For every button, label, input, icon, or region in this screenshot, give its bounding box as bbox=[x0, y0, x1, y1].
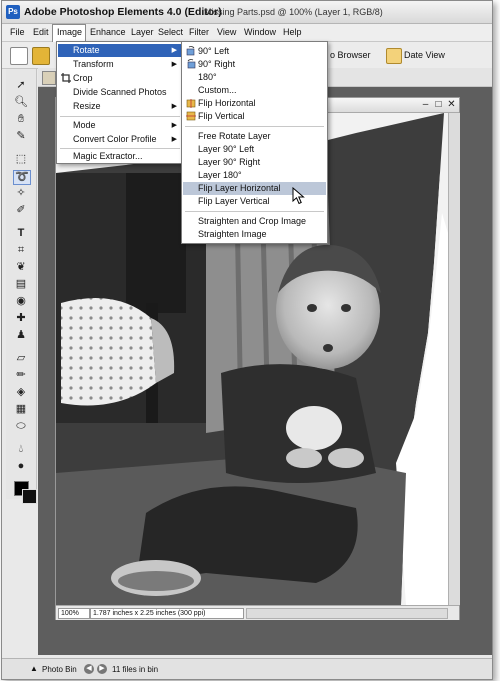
submenu-arrow-icon: ▶ bbox=[171, 47, 177, 54]
menu-item-straighten-image[interactable]: Straighten Image bbox=[183, 228, 326, 241]
menu-enhance[interactable]: Enhance bbox=[90, 27, 126, 37]
menu-file[interactable]: File bbox=[10, 27, 25, 37]
menu-view[interactable]: View bbox=[217, 27, 236, 37]
hand-tool-icon[interactable]: ✋︎ bbox=[13, 113, 29, 126]
blur-tool-icon[interactable]: 💧︎ bbox=[13, 443, 29, 456]
menu-item-free-rotate-layer[interactable]: Free Rotate Layer bbox=[183, 130, 326, 143]
image-menu-dropdown: Rotate ▶ Transform ▶ Crop Divide Scanned… bbox=[56, 41, 184, 164]
photo-bin-count: 11 files in bin bbox=[112, 665, 159, 674]
photo-bin-label[interactable]: Photo Bin bbox=[42, 665, 77, 674]
rotate-submenu: 90° Left 90° Right 180° Custom... Flip H… bbox=[181, 41, 328, 244]
menu-item-flip-horizontal[interactable]: Flip Horizontal bbox=[183, 97, 326, 110]
clone-stamp-tool-icon[interactable]: ♟ bbox=[13, 329, 29, 342]
zoom-tool-icon[interactable]: 🔍︎ bbox=[13, 96, 29, 109]
close-icon[interactable]: ✕ bbox=[446, 99, 457, 110]
menu-separator bbox=[185, 211, 324, 212]
open-folder-icon[interactable] bbox=[32, 47, 50, 65]
toolbox: ➚ 🔍︎ ✋︎ ✎ ⬚ ➰ ✧ ✐ T ⌗ ❦ ▤ ◉ ✚ ♟ ▱ ✏︎ ◈ ▦… bbox=[6, 69, 37, 504]
menu-item-custom[interactable]: Custom... bbox=[183, 84, 326, 97]
menu-bar: File Edit Image Enhance Layer Select Fil… bbox=[2, 24, 492, 42]
submenu-arrow-icon: ▶ bbox=[171, 61, 177, 68]
submenu-arrow-icon: ▶ bbox=[171, 136, 177, 143]
menu-edit[interactable]: Edit bbox=[33, 27, 49, 37]
cookie-cutter-tool-icon[interactable]: ❦ bbox=[13, 261, 29, 274]
eraser-tool-icon[interactable]: ▱ bbox=[13, 352, 29, 365]
date-view-button[interactable]: Date View bbox=[404, 50, 445, 60]
pencil-tool-icon[interactable]: ✏︎ bbox=[13, 369, 29, 382]
mouse-pointer-icon bbox=[292, 187, 305, 205]
menu-item-layer-180[interactable]: Layer 180° bbox=[183, 169, 326, 182]
menu-item-flip-vertical[interactable]: Flip Vertical bbox=[183, 110, 326, 123]
menu-filter[interactable]: Filter bbox=[189, 27, 209, 37]
marquee-tool-icon[interactable]: ⬚ bbox=[13, 153, 29, 166]
sponge-tool-icon[interactable]: ● bbox=[13, 460, 29, 473]
rotate-left-icon bbox=[186, 46, 195, 56]
maximize-icon[interactable]: □ bbox=[433, 99, 444, 110]
crop-tool-icon[interactable]: ⌗ bbox=[13, 244, 29, 257]
lasso-tool-icon[interactable]: ➰ bbox=[13, 170, 31, 185]
document-title: Missing Parts.psd @ 100% (Layer 1, RGB/8… bbox=[204, 7, 383, 17]
menu-item-90-right[interactable]: 90° Right bbox=[183, 58, 326, 71]
menu-item-layer-90-left[interactable]: Layer 90° Left bbox=[183, 143, 326, 156]
menu-item-layer-90-right[interactable]: Layer 90° Right bbox=[183, 156, 326, 169]
previous-photo-icon[interactable]: ◀ bbox=[84, 664, 94, 674]
menu-item-180[interactable]: 180° bbox=[183, 71, 326, 84]
menu-separator bbox=[60, 116, 180, 117]
move-tool-icon[interactable]: ➚ bbox=[13, 79, 29, 92]
selection-brush-tool-icon[interactable]: ✐ bbox=[13, 204, 29, 217]
straighten-tool-icon[interactable]: ▤ bbox=[13, 278, 29, 291]
menu-window[interactable]: Window bbox=[244, 27, 276, 37]
menu-item-divide-scanned-photos[interactable]: Divide Scanned Photos bbox=[58, 86, 182, 99]
document-info-field[interactable]: 1.787 inches x 2.25 inches (300 ppi) bbox=[90, 608, 244, 619]
vertical-scrollbar[interactable] bbox=[448, 113, 460, 605]
menu-separator bbox=[185, 126, 324, 127]
menu-help[interactable]: Help bbox=[283, 27, 302, 37]
date-view-icon[interactable] bbox=[386, 48, 402, 64]
crop-icon bbox=[61, 73, 71, 83]
submenu-arrow-icon: ▶ bbox=[171, 103, 177, 110]
zoom-level-field[interactable]: 100% bbox=[58, 608, 90, 619]
next-photo-icon[interactable]: ▶ bbox=[97, 664, 107, 674]
menu-item-crop[interactable]: Crop bbox=[58, 72, 182, 85]
menu-item-magic-extractor[interactable]: Magic Extractor... bbox=[58, 150, 182, 163]
menu-item-convert-color-profile[interactable]: Convert Color Profile ▶ bbox=[58, 133, 182, 146]
app-title: Adobe Photoshop Elements 4.0 (Editor) bbox=[24, 6, 222, 18]
background-color-swatch[interactable] bbox=[22, 489, 37, 504]
document-status-bar: 100% 1.787 inches x 2.25 inches (300 ppi… bbox=[56, 605, 459, 620]
horizontal-scrollbar[interactable] bbox=[246, 608, 448, 619]
type-tool-icon[interactable]: T bbox=[13, 227, 29, 240]
menu-item-rotate[interactable]: Rotate ▶ bbox=[58, 44, 182, 57]
menu-item-90-left[interactable]: 90° Left bbox=[183, 45, 326, 58]
menu-item-resize[interactable]: Resize ▶ bbox=[58, 100, 182, 113]
menu-item-straighten-and-crop-image[interactable]: Straighten and Crop Image bbox=[183, 215, 326, 228]
photoshop-elements-window: Ps Adobe Photoshop Elements 4.0 (Editor)… bbox=[1, 0, 493, 680]
menu-select[interactable]: Select bbox=[158, 27, 183, 37]
photo-bin-toggle-icon[interactable]: ▲ bbox=[30, 664, 38, 673]
minimize-icon[interactable]: – bbox=[420, 99, 431, 110]
new-file-icon[interactable] bbox=[10, 47, 28, 65]
menu-item-transform[interactable]: Transform ▶ bbox=[58, 58, 182, 71]
flip-horizontal-icon bbox=[186, 99, 196, 108]
title-bar: Ps Adobe Photoshop Elements 4.0 (Editor)… bbox=[2, 1, 492, 24]
magic-wand-tool-icon[interactable]: ✧ bbox=[13, 187, 29, 200]
photo-bin-bar: ▲ Photo Bin ◀ ▶ 11 files in bin bbox=[2, 658, 492, 679]
shape-tool-icon[interactable]: ⬭ bbox=[13, 420, 29, 433]
gradient-tool-icon[interactable]: ▦ bbox=[13, 403, 29, 416]
red-eye-tool-icon[interactable]: ◉ bbox=[13, 295, 29, 308]
paint-bucket-tool-icon[interactable]: ◈ bbox=[13, 386, 29, 399]
tool-preset-icon[interactable] bbox=[42, 71, 56, 85]
rotate-right-icon bbox=[187, 59, 196, 69]
photo-browser-button[interactable]: o Browser bbox=[330, 50, 371, 60]
menu-separator bbox=[60, 148, 180, 149]
healing-brush-tool-icon[interactable]: ✚ bbox=[13, 312, 29, 325]
menu-layer[interactable]: Layer bbox=[131, 27, 154, 37]
flip-vertical-icon bbox=[186, 111, 196, 121]
menu-image[interactable]: Image bbox=[57, 27, 82, 37]
menu-item-mode[interactable]: Mode ▶ bbox=[58, 119, 182, 132]
app-logo-icon: Ps bbox=[6, 5, 20, 19]
submenu-arrow-icon: ▶ bbox=[171, 122, 177, 129]
eyedropper-tool-icon[interactable]: ✎ bbox=[13, 130, 29, 143]
